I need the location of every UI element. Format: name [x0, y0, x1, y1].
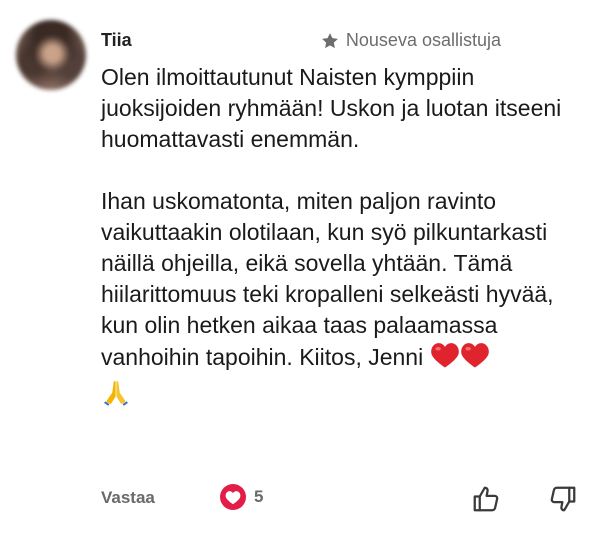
comment-body: Olen ilmoittautunut Naisten kymppiin juo…: [101, 62, 581, 415]
comment-paragraph-2: Ihan uskomatonta, miten paljon ravinto v…: [101, 186, 581, 415]
comment-paragraph-1: Olen ilmoittautunut Naisten kymppiin juo…: [101, 64, 562, 152]
contributor-badge: Nouseva osallistuja: [320, 30, 501, 51]
like-count: 5: [254, 487, 264, 506]
thumbs-down-icon[interactable]: [548, 484, 578, 519]
avatar[interactable]: [16, 20, 86, 90]
reply-button[interactable]: Vastaa: [101, 488, 155, 508]
red-heart-icon: [430, 341, 460, 377]
comment-card: Tiia Nouseva osallistuja Olen ilmoittaut…: [0, 0, 600, 536]
badge-label: Nouseva osallistuja: [345, 30, 501, 50]
heart-icon: [220, 484, 246, 510]
star-icon: [320, 31, 340, 51]
red-heart-icon: [460, 341, 490, 377]
thumbs-up-icon[interactable]: [471, 484, 501, 519]
comment-actions: Vastaa 5: [0, 484, 600, 514]
folded-hands-icon: [101, 377, 131, 415]
comment-author[interactable]: Tiia: [101, 30, 132, 51]
like-button[interactable]: 5: [220, 484, 263, 510]
